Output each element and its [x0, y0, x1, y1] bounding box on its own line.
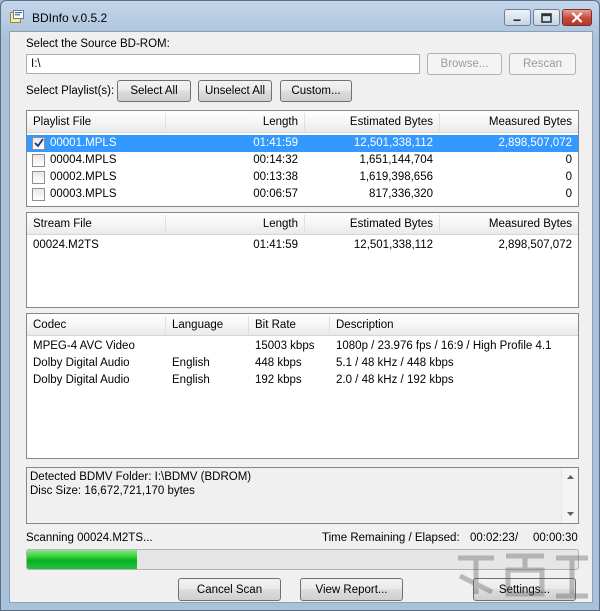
time-remaining-label: Time Remaining / Elapsed: [322, 532, 460, 544]
playlist-row[interactable]: 00001.MPLS 01:41:59 12,501,338,112 2,898… [27, 135, 578, 152]
column-length[interactable]: Length [166, 111, 304, 133]
scroll-down-icon [567, 512, 574, 516]
column-bit-rate[interactable]: Bit Rate [249, 314, 329, 336]
playlist-file-cell: 00004.MPLS [50, 154, 117, 166]
codec-row[interactable]: Dolby Digital Audio English 448 kbps 5.1… [27, 355, 578, 372]
unselect-all-button[interactable]: Unselect All [198, 80, 272, 102]
stream-row[interactable]: 00024.M2TS 01:41:59 12,501,338,112 2,898… [27, 237, 578, 254]
scanning-status: Scanning 00024.M2TS... [26, 532, 153, 544]
custom-button[interactable]: Custom... [280, 80, 352, 102]
time-separator: / [515, 532, 519, 544]
playlist-measured-cell: 0 [565, 154, 572, 166]
browse-button[interactable]: Browse... [427, 53, 502, 75]
scroll-up-icon [567, 475, 574, 479]
playlist-list[interactable]: Playlist File Length Estimated Bytes Mea… [26, 110, 579, 207]
codec-language-cell [166, 338, 248, 355]
stream-file-cell: 00024.M2TS [33, 239, 99, 251]
column-codec[interactable]: Codec [27, 314, 165, 336]
codec-name-cell: Dolby Digital Audio [33, 374, 130, 386]
maximize-icon [541, 12, 552, 23]
title-bar[interactable]: BDInfo v.0.5.2 [1, 1, 599, 31]
column-playlist-file[interactable]: Playlist File [27, 111, 165, 133]
codec-description-cell: 1080p / 23.976 fps / 16:9 / High Profile… [336, 340, 552, 352]
playlist-length-cell: 00:13:38 [253, 171, 298, 183]
playlist-estimated-cell: 12,501,338,112 [353, 137, 433, 149]
main-window: BDInfo v.0.5.2 Select the Source BD-ROM:… [0, 0, 600, 611]
codec-language-cell: English [172, 357, 210, 369]
playlist-measured-cell: 2,898,507,072 [498, 137, 572, 149]
source-label: Select the Source BD-ROM: [26, 38, 170, 50]
bdinfo-app-icon [10, 10, 24, 23]
playlist-file-cell: 00001.MPLS [50, 137, 117, 149]
playlist-measured-cell: 0 [565, 171, 572, 183]
playlist-list-header: Playlist File Length Estimated Bytes Mea… [27, 111, 578, 133]
column-estimated-bytes[interactable]: Estimated Bytes [305, 111, 439, 133]
time-elapsed-value: 00:00:30 [533, 532, 578, 544]
watermark-logo [458, 553, 588, 599]
playlist-row[interactable]: 00004.MPLS 00:14:32 1,651,144,704 0 [27, 152, 578, 169]
client-area: Select the Source BD-ROM: I:\ Browse... … [9, 31, 593, 603]
time-remaining-value: 00:02:23 [470, 532, 515, 544]
close-button[interactable] [562, 9, 592, 26]
source-path-input[interactable]: I:\ [26, 54, 420, 74]
column-measured-bytes[interactable]: Measured Bytes [440, 213, 578, 235]
column-description[interactable]: Description [330, 314, 578, 336]
info-disc-size: Disc Size: 16,672,721,170 bytes [30, 485, 195, 497]
minimize-button[interactable] [504, 9, 531, 26]
stream-list-header: Stream File Length Estimated Bytes Measu… [27, 213, 578, 235]
scan-progress-fill [27, 550, 138, 569]
codec-list-header: Codec Language Bit Rate Description [27, 314, 578, 336]
codec-language-cell: English [172, 374, 210, 386]
rescan-button[interactable]: Rescan [509, 53, 576, 75]
minimize-icon [512, 18, 522, 22]
column-estimated-bytes[interactable]: Estimated Bytes [305, 213, 439, 235]
stream-length-cell: 01:41:59 [253, 239, 298, 251]
codec-name-cell: MPEG-4 AVC Video [33, 340, 135, 352]
stream-list[interactable]: Stream File Length Estimated Bytes Measu… [26, 212, 579, 308]
close-icon [571, 12, 583, 23]
info-scrollbar[interactable] [561, 468, 578, 523]
codec-row[interactable]: MPEG-4 AVC Video 15003 kbps 1080p / 23.9… [27, 338, 578, 355]
playlist-file-cell: 00003.MPLS [50, 188, 117, 200]
playlist-length-cell: 00:14:32 [253, 154, 298, 166]
stream-measured-cell: 2,898,507,072 [498, 239, 572, 251]
stream-estimated-cell: 12,501,338,112 [353, 239, 433, 251]
column-length[interactable]: Length [166, 213, 304, 235]
maximize-button[interactable] [533, 9, 560, 26]
playlist-measured-cell: 0 [565, 188, 572, 200]
playlist-estimated-cell: 817,336,320 [369, 188, 433, 200]
codec-description-cell: 5.1 / 48 kHz / 448 kbps [336, 357, 454, 369]
info-bdmv-folder: Detected BDMV Folder: I:\BDMV (BDROM) [30, 471, 252, 483]
codec-bitrate-cell: 192 kbps [255, 374, 302, 386]
codec-row[interactable]: Dolby Digital Audio English 192 kbps 2.0… [27, 372, 578, 389]
column-measured-bytes[interactable]: Measured Bytes [440, 111, 578, 133]
codec-bitrate-cell: 15003 kbps [255, 340, 315, 352]
codec-list[interactable]: Codec Language Bit Rate Description MPEG… [26, 313, 579, 459]
view-report-button[interactable]: View Report... [300, 578, 403, 601]
column-stream-file[interactable]: Stream File [27, 213, 165, 235]
playlist-row[interactable]: 00003.MPLS 00:06:57 817,336,320 0 [27, 186, 578, 203]
playlist-row[interactable]: 00002.MPLS 00:13:38 1,619,398,656 0 [27, 169, 578, 186]
codec-name-cell: Dolby Digital Audio [33, 357, 130, 369]
cancel-scan-button[interactable]: Cancel Scan [178, 578, 281, 601]
playlist-estimated-cell: 1,651,144,704 [359, 154, 433, 166]
playlist-length-cell: 01:41:59 [253, 137, 298, 149]
playlist-length-cell: 00:06:57 [253, 188, 298, 200]
codec-description-cell: 2.0 / 48 kHz / 192 kbps [336, 374, 454, 386]
column-language[interactable]: Language [166, 314, 248, 336]
select-playlists-label: Select Playlist(s): [26, 85, 115, 97]
info-text-area[interactable]: Detected BDMV Folder: I:\BDMV (BDROM) Di… [26, 467, 579, 524]
checkmark-icon [34, 138, 44, 148]
window-title: BDInfo v.0.5.2 [32, 11, 108, 25]
codec-bitrate-cell: 448 kbps [255, 357, 302, 369]
playlist-estimated-cell: 1,619,398,656 [359, 171, 433, 183]
playlist-file-cell: 00002.MPLS [50, 171, 117, 183]
select-all-button[interactable]: Select All [117, 80, 191, 102]
